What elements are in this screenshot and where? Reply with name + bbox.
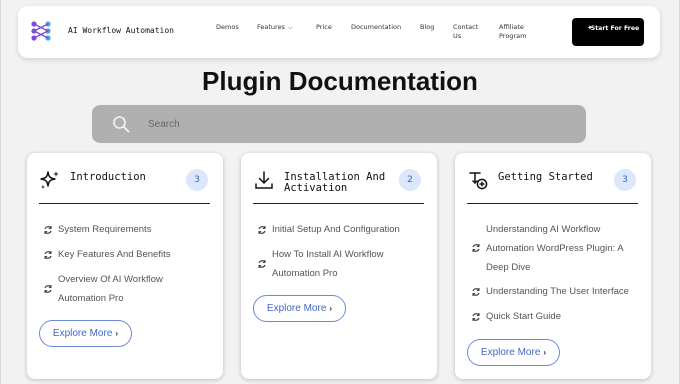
doc-card-getting-started: Getting Started 3 Understanding AI Workf… (455, 153, 651, 379)
nav-documentation[interactable]: Documentation (351, 23, 401, 32)
refresh-doc-icon (472, 313, 480, 321)
nav-affiliate[interactable]: Affiliate Program (499, 23, 533, 41)
chevron-right-icon: › (329, 304, 333, 313)
doc-link-label: Understanding The User Interface (486, 286, 629, 297)
search-icon (113, 116, 130, 133)
chevron-down-icon: ⌵ (287, 24, 293, 31)
count-badge: 2 (399, 169, 421, 191)
doc-link-quick-start[interactable]: Quick Start Guide (471, 307, 641, 326)
explore-more-label: Explore More (480, 347, 541, 358)
card-title: Installation And Activation (284, 171, 386, 194)
explore-more-button[interactable]: Explore More › (39, 320, 132, 347)
refresh-doc-icon (472, 244, 480, 252)
card-title: Introduction (70, 171, 146, 183)
refresh-doc-icon (44, 251, 52, 259)
doc-link-key-features[interactable]: Key Features And Benefits (43, 245, 213, 264)
chevron-right-icon: › (115, 329, 119, 338)
divider (467, 203, 638, 204)
doc-link-initial-setup[interactable]: Initial Setup And Configuration (257, 220, 427, 239)
count-badge: 3 (614, 169, 636, 191)
count-badge: 3 (186, 169, 208, 191)
flow-add-icon (469, 172, 488, 190)
doc-link-label: System Requirements (58, 224, 152, 235)
sparkle-icon (40, 171, 59, 189)
download-icon (255, 171, 273, 189)
refresh-doc-icon (44, 226, 52, 234)
doc-link-understanding-plugin[interactable]: Understanding AI Workflow Automation Wor… (471, 220, 641, 277)
start-for-free-label: Start For Free (590, 25, 640, 32)
divider (39, 203, 210, 204)
doc-link-system-requirements[interactable]: System Requirements (43, 220, 213, 239)
sparkle-icon: ✦ (587, 24, 593, 32)
page-title: Plugin Documentation (202, 66, 478, 96)
doc-link-label: How To Install AI Workflow Automation Pr… (272, 249, 384, 279)
doc-link-label: Quick Start Guide (486, 311, 561, 322)
nav-features[interactable]: Features ⌵ (257, 23, 293, 32)
divider (253, 203, 424, 204)
search-bar (92, 105, 586, 143)
explore-more-label: Explore More (52, 328, 113, 339)
doc-link-label: Overview Of AI Workflow Automation Pro (58, 274, 163, 304)
nav-contact[interactable]: Contact Us (453, 23, 478, 41)
chevron-right-icon: › (543, 348, 547, 357)
doc-link-label: Key Features And Benefits (58, 249, 171, 260)
logo-icon[interactable] (28, 18, 54, 44)
explore-more-button[interactable]: Explore More › (467, 339, 560, 366)
refresh-doc-icon (258, 226, 266, 234)
nav-features-label: Features (257, 23, 285, 31)
refresh-doc-icon (472, 288, 480, 296)
start-for-free-button[interactable]: ✦ Start For Free (572, 18, 644, 46)
refresh-doc-icon (44, 285, 52, 293)
doc-link-overview[interactable]: Overview Of AI Workflow Automation Pro (43, 270, 213, 308)
doc-link-label: Understanding AI Workflow Automation Wor… (486, 224, 624, 273)
site-header: AI Workflow Automation Demos Features ⌵ P… (18, 6, 660, 58)
doc-link-user-interface[interactable]: Understanding The User Interface (471, 282, 641, 301)
search-input[interactable] (148, 114, 568, 134)
refresh-doc-icon (258, 260, 266, 268)
card-title: Getting Started (498, 171, 593, 183)
doc-link-label: Initial Setup And Configuration (272, 224, 400, 235)
nav-price[interactable]: Price (316, 23, 332, 32)
doc-card-installation: Installation And Activation 2 Initial Se… (241, 153, 437, 379)
logo-text[interactable]: AI Workflow Automation (68, 26, 174, 35)
doc-card-introduction: Introduction 3 System Requirements Key F… (27, 153, 223, 379)
doc-link-how-to-install[interactable]: How To Install AI Workflow Automation Pr… (257, 245, 427, 283)
explore-more-button[interactable]: Explore More › (253, 295, 346, 322)
nav-blog[interactable]: Blog (420, 23, 434, 32)
nav-demos[interactable]: Demos (216, 23, 239, 32)
explore-more-label: Explore More (266, 303, 327, 314)
